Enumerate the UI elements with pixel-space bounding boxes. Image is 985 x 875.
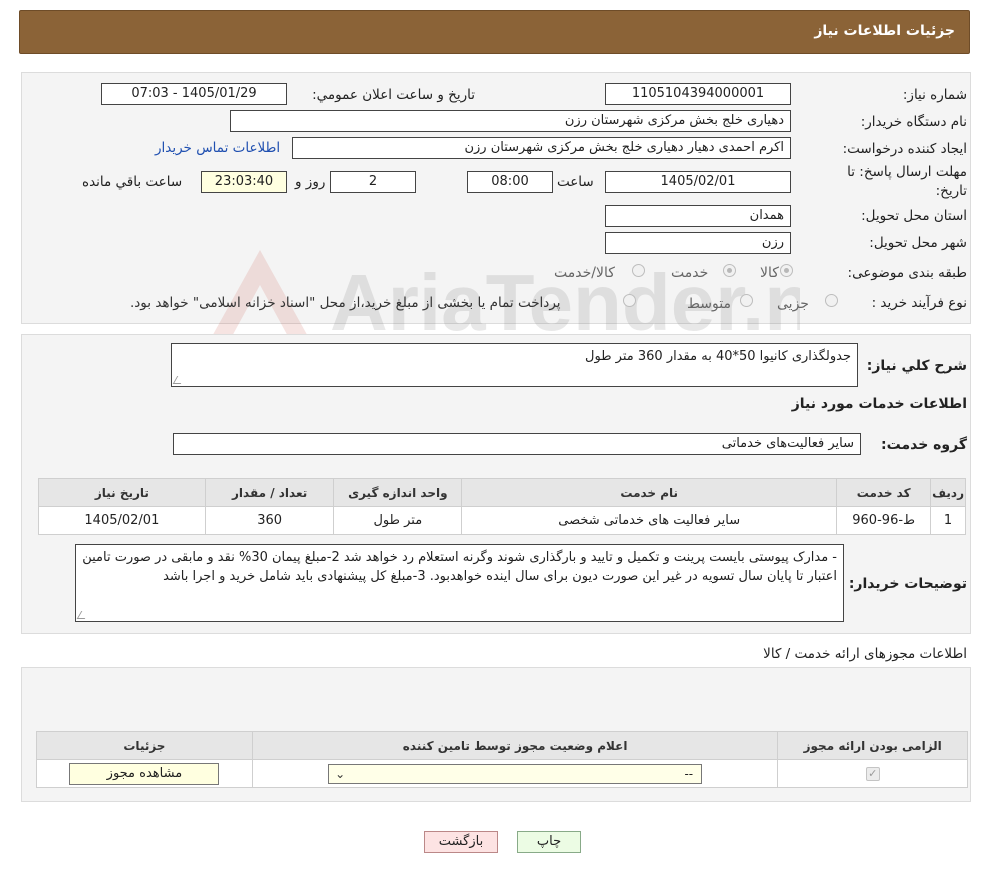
cell-service-code: ط-96-960 — [836, 506, 932, 535]
license-status-cell: ⌄ -- — [251, 759, 779, 788]
cell-row-number: 1 — [930, 506, 966, 535]
resize-handle-icon[interactable] — [172, 376, 186, 384]
days-field: 2 — [330, 171, 416, 193]
announce-label: تاریخ و ساعت اعلان عمومي: — [312, 87, 475, 103]
col-need-date: تاريخ نياز — [38, 478, 206, 507]
col-unit: واحد اندازه گيری — [333, 478, 463, 507]
need-number-field: 1105104394000001 — [605, 83, 791, 105]
province-field: همدان — [605, 205, 791, 227]
city-field: رزن — [605, 232, 791, 254]
license-required-cell: ✓ — [777, 759, 968, 788]
category-radio-goods[interactable] — [780, 264, 793, 277]
days-label: روز و — [295, 174, 326, 190]
deadline-label-1: مهلت ارسال پاسخ: تا — [847, 164, 967, 180]
category-option-goods: کالا — [760, 265, 779, 281]
summary-textarea[interactable]: جدولگذاری کانیوا 50*40 به مقدار 360 متر … — [171, 343, 858, 387]
buyer-contact-link[interactable]: اطلاعات تماس خریدار — [155, 140, 280, 156]
license-required-checkbox[interactable]: ✓ — [865, 767, 880, 781]
process-radio-treasury[interactable] — [623, 294, 636, 307]
category-option-service: خدمت — [671, 265, 709, 281]
process-note: پرداخت تمام یا بخشی از مبلغ خرید،از محل … — [130, 295, 561, 311]
buyer-notes-label: توضيحات خريدار: — [848, 576, 967, 592]
cell-unit: متر طول — [333, 506, 463, 535]
deadline-time-field: 08:00 — [467, 171, 553, 193]
buyer-org-label: نام دستگاه خريدار: — [860, 114, 967, 130]
summary-text: جدولگذاری کانیوا 50*40 به مقدار 360 متر … — [585, 349, 851, 364]
services-table-header: رديف کد خدمت نام خدمت واحد اندازه گيری ت… — [38, 478, 966, 507]
remaining-time-field: 23:03:40 — [201, 171, 287, 193]
page-header: جزئیات اطلاعات نیاز — [19, 10, 970, 54]
page-title: جزئیات اطلاعات نیاز — [814, 23, 955, 39]
services-section-title: اطلاعات خدمات مورد نياز — [791, 396, 967, 412]
cell-quantity: 360 — [204, 506, 335, 535]
summary-label: شرح کلي نياز: — [866, 358, 967, 374]
service-group-field: ساير فعاليت‌هاى خدماتى — [173, 433, 861, 455]
category-radio-service[interactable] — [723, 264, 736, 277]
col-quantity: تعداد / مقدار — [204, 478, 335, 507]
category-radio-both[interactable] — [632, 264, 645, 277]
col-license-required: الزامی بودن ارائه مجوز — [777, 731, 968, 760]
license-status-select[interactable]: ⌄ -- — [328, 763, 703, 784]
deadline-hour-label: ساعت — [557, 174, 594, 190]
requester-label: ايجاد کننده درخواست: — [842, 141, 967, 157]
requester-field: اکرم احمدی دهیار دهیاری خلج بخش مرکزی شه… — [292, 137, 791, 159]
process-radio-medium[interactable] — [740, 294, 753, 307]
back-button[interactable]: بازگشت — [424, 831, 498, 853]
table-row: ✓ ⌄ -- مشاهده مجوز — [36, 759, 968, 788]
col-license-details: جزئیات — [36, 731, 253, 760]
category-option-both: کالا/خدمت — [554, 265, 615, 281]
col-license-status: اعلام وضعیت مجوز توسط تامین کننده — [251, 731, 779, 760]
buyer-notes-text: - مدارک پیوستی بایست پرینت و تکمیل و تای… — [82, 550, 837, 584]
col-service-name: نام خدمت — [461, 478, 838, 507]
city-label: شهر محل تحويل: — [869, 235, 967, 251]
services-table: رديف کد خدمت نام خدمت واحد اندازه گيری ت… — [38, 478, 966, 535]
province-label: استان محل تحويل: — [861, 208, 967, 224]
buyer-notes-textarea[interactable]: - مدارک پیوستی بایست پرینت و تکمیل و تای… — [75, 544, 844, 622]
print-button[interactable]: چاپ — [517, 831, 581, 853]
license-details-cell: مشاهده مجوز — [36, 759, 253, 788]
view-license-button[interactable]: مشاهده مجوز — [69, 762, 220, 785]
cell-need-date: 1405/02/01 — [38, 506, 206, 535]
col-service-code: کد خدمت — [836, 478, 932, 507]
col-row-number: رديف — [930, 478, 966, 507]
service-group-label: گروه خدمت: — [881, 437, 967, 453]
process-option-medium: متوسط — [687, 296, 731, 312]
buyer-org-field: دهیاری خلج بخش مرکزی شهرستان رزن — [230, 110, 791, 132]
deadline-label-2: تاريخ: — [935, 183, 967, 199]
select-chevron-down-icon: ⌄ — [335, 766, 346, 781]
announce-field: 1405/01/29 - 07:03 — [101, 83, 287, 105]
table-row: 1 ط-96-960 سایر فعالیت های خدماتی شخصی م… — [38, 506, 966, 535]
need-number-label: شماره نیاز: — [902, 87, 967, 103]
licenses-section-title: اطلاعات مجوزهای ارائه خدمت / کالا — [763, 646, 967, 662]
licenses-table-header: الزامی بودن ارائه مجوز اعلام وضعیت مجوز … — [36, 731, 968, 760]
license-status-value: -- — [684, 766, 694, 781]
category-label: طبقه بندی موضوعی: — [847, 265, 967, 281]
cell-service-name: سایر فعالیت های خدماتی شخصی — [461, 506, 838, 535]
process-option-minor: جزیی — [777, 296, 809, 312]
process-label: نوع فرآيند خريد : — [871, 295, 967, 311]
deadline-date-field: 1405/02/01 — [605, 171, 791, 193]
remaining-label: ساعت باقي مانده — [82, 174, 183, 190]
process-radio-minor[interactable] — [825, 294, 838, 307]
resize-handle-icon[interactable] — [76, 611, 90, 619]
licenses-table: الزامی بودن ارائه مجوز اعلام وضعیت مجوز … — [36, 731, 968, 788]
